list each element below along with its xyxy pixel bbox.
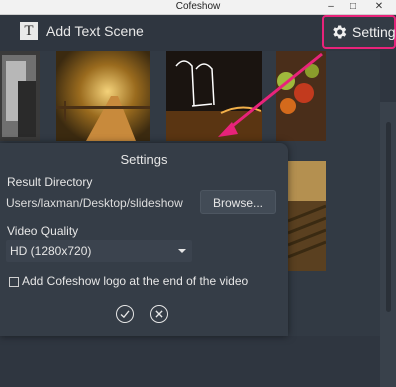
close-button[interactable]: ✕ xyxy=(370,0,388,14)
video-quality-select[interactable]: HD (1280x720) xyxy=(6,240,192,262)
result-directory-field[interactable]: Users/laxman/Desktop/slideshow xyxy=(6,193,194,213)
photo-forest-stairs[interactable] xyxy=(288,161,326,271)
settings-dialog: Settings Result Directory Users/laxman/D… xyxy=(0,143,288,336)
logo-checkbox[interactable] xyxy=(9,277,19,287)
photo-light-painting-chairs[interactable] xyxy=(166,51,262,141)
gear-icon xyxy=(333,25,347,39)
browse-button[interactable]: Browse... xyxy=(200,190,276,214)
video-quality-label: Video Quality xyxy=(7,224,79,238)
text-scene-icon[interactable]: T xyxy=(20,22,38,40)
x-circle-icon[interactable] xyxy=(150,305,168,323)
add-text-scene-button[interactable]: Add Text Scene xyxy=(46,23,144,39)
photo-window-girl[interactable] xyxy=(0,51,40,141)
maximize-button[interactable]: □ xyxy=(344,0,362,14)
logo-checkbox-label[interactable]: Add Cofeshow logo at the end of the vide… xyxy=(22,274,248,288)
video-quality-value: HD (1280x720) xyxy=(10,244,92,258)
photo-autumn-path[interactable] xyxy=(56,51,150,141)
minimize-button[interactable]: – xyxy=(322,0,340,14)
result-directory-label: Result Directory xyxy=(7,175,93,189)
settings-label: Settings xyxy=(352,24,396,40)
toolbar: T Add Text Scene Settings xyxy=(0,15,396,51)
chevron-down-icon xyxy=(178,249,186,253)
window-titlebar: Cofeshow – □ ✕ xyxy=(0,0,396,15)
grid-scrollbar-thumb[interactable] xyxy=(386,122,391,312)
dialog-title: Settings xyxy=(120,152,168,167)
grid-scrollbar-track[interactable] xyxy=(380,102,396,387)
photo-fruits[interactable] xyxy=(276,51,326,141)
settings-button[interactable]: Settings xyxy=(322,15,396,49)
check-circle-icon[interactable] xyxy=(116,305,134,323)
